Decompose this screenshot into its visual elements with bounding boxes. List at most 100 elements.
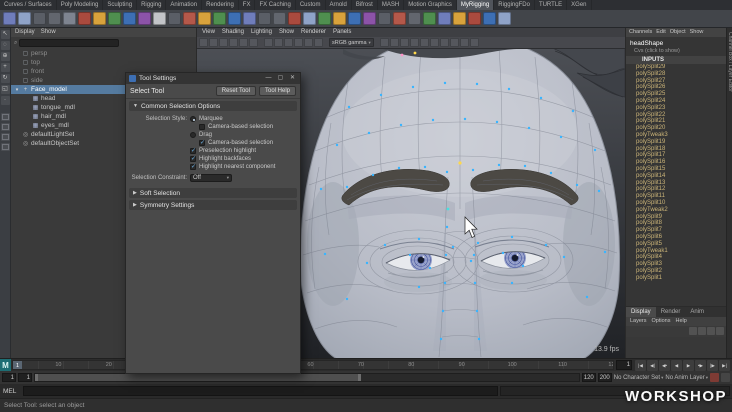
viewport-menu-renderer[interactable]: Renderer [301, 28, 326, 37]
animation-end-field[interactable]: 200 [597, 373, 612, 382]
input-node-polysplit21[interactable]: polySplit21 [626, 118, 726, 125]
shelf-icon[interactable] [363, 12, 376, 25]
viewport-toolbar-icon[interactable] [459, 38, 469, 47]
outliner-item-defaultlightset[interactable]: ◎ defaultLightSet [11, 130, 133, 139]
outliner-item-face-model[interactable]: ▾ + Face_model [11, 85, 133, 94]
layer-tab-display[interactable]: Display [626, 307, 656, 317]
input-node-polysplit8[interactable]: polySplit8 [626, 220, 726, 227]
input-node-polysplit29[interactable]: polySplit29 [626, 64, 726, 71]
viewport-menu-shading[interactable]: Shading [222, 28, 244, 37]
input-node-polysplit5[interactable]: polySplit5 [626, 241, 726, 248]
shelf-tab-custom[interactable]: Custom [296, 0, 326, 10]
step-back-key-button[interactable]: ◀• [659, 359, 670, 371]
input-node-polysplit24[interactable]: polySplit24 [626, 98, 726, 105]
time-slider[interactable]: 1 102030405060708090100110120 [12, 360, 614, 370]
shelf-tab-turtle[interactable]: TURTLE [535, 0, 568, 10]
step-back-frame-button[interactable]: ◀| [647, 359, 658, 371]
shelf-icon[interactable] [243, 12, 256, 25]
move-tool[interactable]: + [0, 63, 10, 72]
shelf-tab-curves-surfaces[interactable]: Curves / Surfaces [0, 0, 57, 10]
input-node-polysplit23[interactable]: polySplit23 [626, 105, 726, 112]
input-node-polysplit10[interactable]: polySplit10 [626, 200, 726, 207]
viewport-menu-panels[interactable]: Panels [333, 28, 351, 37]
shelf-tab-myrigging[interactable]: MyRigging [456, 0, 495, 10]
viewport-toolbar-icon[interactable] [199, 38, 208, 47]
shelf-icon[interactable] [198, 12, 211, 25]
viewport-toolbar-icon[interactable] [399, 38, 409, 47]
shelf-icon[interactable] [483, 12, 496, 25]
input-node-polytweak3[interactable]: polyTweak3 [626, 132, 726, 139]
viewport-toolbar-icon[interactable] [209, 38, 218, 47]
cvs-click-to-show[interactable]: Cvs (click to show) [626, 48, 726, 56]
tool-help-button[interactable]: Tool Help [258, 86, 296, 96]
input-node-polysplit1[interactable]: polySplit1 [626, 275, 726, 282]
shelf-tab-fx-caching[interactable]: FX Caching [255, 0, 296, 10]
step-forward-key-button[interactable]: •▶ [695, 359, 706, 371]
shelf-icon[interactable] [108, 12, 121, 25]
section-soft-selection[interactable]: ▶ Soft Selection [129, 188, 297, 198]
shelf-icon[interactable] [498, 12, 511, 25]
radio-drag[interactable] [190, 132, 196, 138]
checkbox-camera-based-selection[interactable] [199, 124, 205, 130]
expander-icon[interactable]: ▾ [14, 87, 20, 93]
channelbox-menu-edit[interactable]: Edit [656, 28, 665, 37]
outliner-item-defaultobjectset[interactable]: ◎ defaultObjectSet [11, 139, 133, 148]
outliner-item-side[interactable]: ▢ side [11, 76, 133, 85]
shelf-icon[interactable] [213, 12, 226, 25]
input-node-polysplit26[interactable]: polySplit26 [626, 84, 726, 91]
viewport-toolbar-icon[interactable] [294, 38, 303, 47]
lasso-tool[interactable]: ◌ [0, 41, 10, 50]
outliner-item-front[interactable]: ▢ front [11, 67, 133, 76]
shelf-tab-rendering[interactable]: Rendering [202, 0, 239, 10]
outliner-item-tongue-mdl[interactable]: ▦ tongue_mdl [11, 103, 133, 112]
input-node-polysplit17[interactable]: polySplit17 [626, 152, 726, 159]
input-node-polysplit28[interactable]: polySplit28 [626, 71, 726, 78]
shelf-icon[interactable] [228, 12, 241, 25]
radio-marquee[interactable] [190, 116, 196, 122]
shelf-tab-bifrost[interactable]: Bifrost [352, 0, 378, 10]
input-node-polysplit18[interactable]: polySplit18 [626, 146, 726, 153]
selection-constraint-dropdown[interactable]: Off ▾ [190, 174, 232, 182]
animation-preferences-button[interactable] [721, 373, 730, 382]
viewport-toolbar-icon[interactable] [274, 38, 283, 47]
input-node-polysplit2[interactable]: polySplit2 [626, 268, 726, 275]
shelf-tab-fx[interactable]: FX [239, 0, 256, 10]
shelf-icon[interactable] [348, 12, 361, 25]
shelf-tab-animation[interactable]: Animation [166, 0, 203, 10]
shelf-icon[interactable] [273, 12, 286, 25]
auto-key-button[interactable] [710, 373, 719, 382]
channelbox-menu-show[interactable]: Show [690, 28, 704, 37]
shelf-icon[interactable] [438, 12, 451, 25]
viewport-toolbar-icon[interactable] [284, 38, 293, 47]
channel-box-node-name[interactable]: headShape [626, 37, 726, 48]
go-to-start-button[interactable]: |◀ [635, 359, 646, 371]
shelf-icon[interactable] [123, 12, 136, 25]
animation-start-field[interactable]: 1 [2, 373, 16, 382]
input-node-polysplit20[interactable]: polySplit20 [626, 125, 726, 132]
input-node-polysplit3[interactable]: polySplit3 [626, 261, 726, 268]
input-node-polysplit16[interactable]: polySplit16 [626, 159, 726, 166]
shelf-icon[interactable] [423, 12, 436, 25]
anim-layer-menu[interactable]: No Anim Layer ▾ [665, 375, 708, 381]
shelf-icon[interactable] [408, 12, 421, 25]
shelf-icon[interactable] [153, 12, 166, 25]
command-language-toggle[interactable]: MEL [3, 388, 21, 395]
viewport-toolbar-icon[interactable] [409, 38, 419, 47]
layer-tab-anim[interactable]: Anim [685, 307, 709, 317]
input-node-polysplit22[interactable]: polySplit22 [626, 112, 726, 119]
playback-end-field[interactable]: 120 [581, 373, 596, 382]
viewport-toolbar-icon[interactable] [439, 38, 449, 47]
viewport-menu-lighting[interactable]: Lighting [251, 28, 272, 37]
command-line-input[interactable] [23, 386, 498, 396]
input-node-polysplit19[interactable]: polySplit19 [626, 139, 726, 146]
outliner-menu-show[interactable]: Show [41, 28, 56, 37]
shelf-tab-mash[interactable]: MASH [378, 0, 405, 10]
input-node-polysplit15[interactable]: polySplit15 [626, 166, 726, 173]
gamma-dropdown[interactable]: sRGB gamma ▾ [329, 38, 374, 47]
outliner-menu-display[interactable]: Display [15, 28, 35, 37]
viewport-toolbar-icon[interactable] [469, 38, 479, 47]
input-node-polytweak1[interactable]: polyTweak1 [626, 248, 726, 255]
go-to-end-button[interactable]: ▶| [719, 359, 730, 371]
minimize-icon[interactable]: — [264, 74, 273, 83]
shelf-icon[interactable] [63, 12, 76, 25]
